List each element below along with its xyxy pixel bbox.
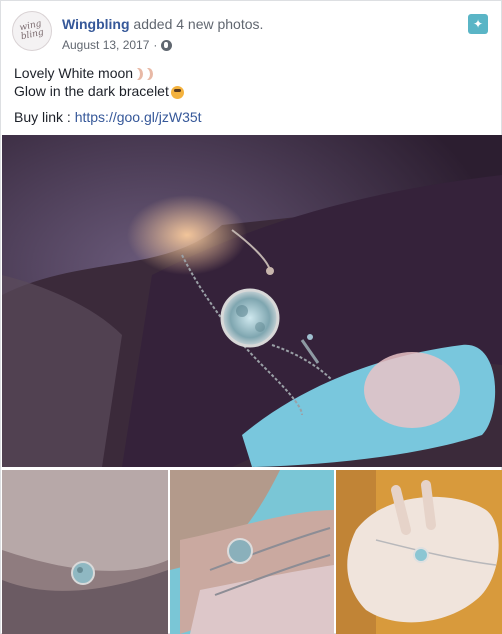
globe-icon[interactable] [161,39,173,51]
post-card: wing bling Wingbling added 4 new photos. … [0,0,502,634]
grinning-face-icon [170,85,184,99]
thumbnail-photo-3[interactable] [336,470,502,634]
pin-icon[interactable]: ✦ [468,14,488,34]
post-text-line2: Glow in the dark bracelet [14,82,488,100]
main-photo[interactable] [2,135,502,467]
author-name[interactable]: Wingbling [62,16,130,32]
post-action: added 4 new photos. [129,16,264,32]
post-header: wing bling Wingbling added 4 new photos. … [12,11,491,57]
buy-link-label: Buy link : [14,109,75,125]
meta-separator: · [153,38,158,52]
post-text: Lovely White moon Glow in the dark brace… [14,64,488,126]
post-meta: August 13, 2017 · [62,38,173,52]
crescent-moon-icon [144,68,153,80]
crescent-moon-icon [134,68,143,80]
post-date[interactable]: August 13, 2017 [62,38,149,52]
thumbnail-photo-2[interactable] [170,470,334,634]
post-text-line1: Lovely White moon [14,64,488,82]
buy-link-line: Buy link : https://goo.gl/jzW35t [14,108,488,126]
author-line: Wingbling added 4 new photos. [62,16,263,32]
avatar[interactable]: wing bling [12,11,52,51]
avatar-logo: wing bling [19,18,46,43]
thumbnail-photo-1[interactable] [2,470,168,634]
buy-link[interactable]: https://goo.gl/jzW35t [75,109,202,125]
